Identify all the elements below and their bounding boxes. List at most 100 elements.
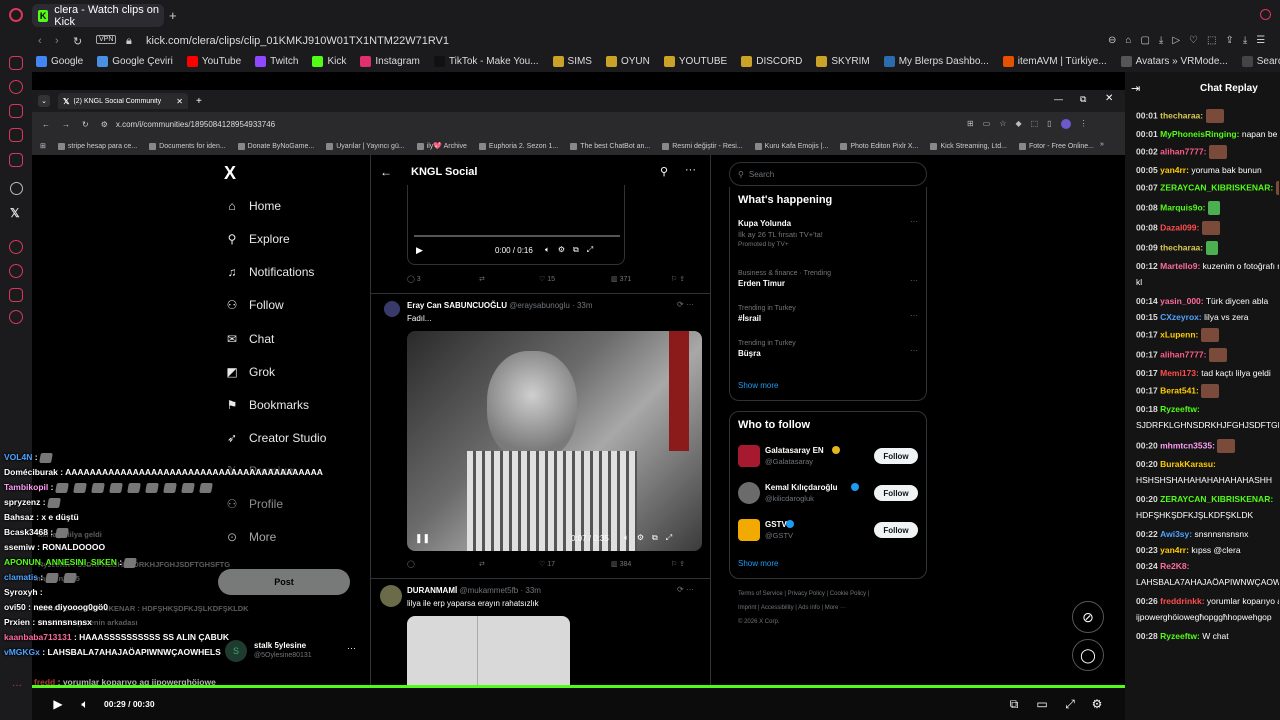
- search-icon[interactable]: [1260, 9, 1271, 20]
- forward-icon[interactable]: →: [62, 120, 70, 129]
- account-avatar[interactable]: S: [225, 640, 247, 662]
- back-icon[interactable]: ‹: [38, 35, 42, 47]
- video-embed[interactable]: ▶ 0:00 / 0:16 🔈︎ ⚙ ⧉ ⤢: [407, 185, 625, 265]
- pip-icon[interactable]: ⧉: [573, 245, 579, 255]
- nav-more[interactable]: ⊙ More: [225, 530, 276, 544]
- browser-tab-active[interactable]: K clera - Watch clips on Kick: [32, 4, 164, 28]
- nav-notifications[interactable]: ♫ Notifications: [225, 265, 315, 279]
- zoom-icon[interactable]: ⊖: [1108, 35, 1116, 46]
- settings-icon[interactable]: ⚙: [637, 533, 644, 543]
- trend-more-icon[interactable]: ···: [910, 217, 918, 226]
- bookmark-action[interactable]: ⚐ ⇪: [671, 560, 685, 568]
- post-video[interactable]: ❚❚ 0:07 / 0:35 🔈︎ ⚙ ⧉ ⤢: [407, 331, 702, 551]
- bookmark-item[interactable]: Documents for iden...: [149, 142, 226, 150]
- chat-username[interactable]: yan4rr:: [1160, 545, 1189, 555]
- repost-action[interactable]: ⇄: [479, 560, 539, 568]
- bookmark-item[interactable]: itemAVM | Türkiye...: [1002, 56, 1107, 67]
- menu-icon[interactable]: ⋮: [1080, 119, 1088, 129]
- chat-username[interactable]: MyPhoneisRinging:: [1160, 129, 1239, 139]
- heart-icon[interactable]: ♡: [1189, 35, 1198, 46]
- bookmark-item[interactable]: Google: [36, 56, 83, 67]
- chat-username[interactable]: thecharaa:: [1160, 110, 1203, 120]
- show-more-link[interactable]: Show more: [738, 381, 778, 390]
- sidebar-icon[interactable]: [9, 104, 23, 118]
- star-icon[interactable]: ☆: [999, 119, 1006, 129]
- chat-username[interactable]: Marquis9o:: [1160, 202, 1205, 212]
- theater-icon[interactable]: ▭: [1035, 697, 1049, 711]
- bookmark-item[interactable]: Photo Editon Pixlr X...: [840, 142, 918, 150]
- maximize-icon[interactable]: ⧉: [1080, 94, 1086, 105]
- trend-item[interactable]: Trending in Turkey Büşra ···: [738, 340, 918, 358]
- bookmark-item[interactable]: SIMS: [552, 56, 592, 67]
- url-field[interactable]: kick.com/clera/clips/clip_01KMKJ910W01TX…: [146, 35, 449, 47]
- more-icon[interactable]: ···: [685, 164, 696, 176]
- account-menu-icon[interactable]: ···: [347, 643, 356, 653]
- snapshot-icon[interactable]: ▢: [1140, 35, 1149, 46]
- follow-avatar[interactable]: [738, 482, 760, 504]
- bookmark-item[interactable]: SKYRIM: [816, 56, 870, 67]
- bookmark-item[interactable]: Resmi değiştir - Resi...: [662, 142, 743, 150]
- bookmark-item[interactable]: OYUN: [605, 56, 650, 67]
- sidebar-icon[interactable]: [9, 56, 23, 70]
- download-icon[interactable]: ⤓: [1159, 35, 1163, 46]
- sidebar-icon[interactable]: [9, 80, 23, 94]
- settings-icon[interactable]: ⚙: [558, 245, 565, 255]
- chatgpt-icon[interactable]: [10, 182, 23, 195]
- chat-username[interactable]: Martello9:: [1160, 261, 1200, 271]
- trend-item[interactable]: Kupa Yolunda İlk ay 26 TL fırsatı TV+'ta!…: [738, 217, 918, 248]
- bookmark-item[interactable]: My Blerps Dashbo...: [883, 56, 989, 67]
- fullscreen-icon[interactable]: ⤢: [666, 533, 672, 543]
- post-image[interactable]: [407, 616, 570, 685]
- sidebar-icon[interactable]: [9, 240, 23, 254]
- grok-fab-icon[interactable]: ⊘: [1072, 601, 1104, 633]
- bookmark-item[interactable]: Donate ByNoGame...: [237, 142, 314, 150]
- volume-icon[interactable]: 🔈︎: [545, 245, 550, 255]
- reload-icon[interactable]: ↻: [82, 120, 89, 129]
- bookmark-item[interactable]: Kick Streaming, Ltd...: [930, 142, 1007, 150]
- author-avatar[interactable]: [384, 301, 400, 317]
- inner-url-field[interactable]: x.com/i/communities/1895084128954933746: [116, 120, 275, 129]
- share-icon[interactable]: ⇪: [1225, 35, 1233, 46]
- puzzle-icon[interactable]: ⬚: [1031, 119, 1039, 129]
- menu-icon[interactable]: ☰: [1256, 35, 1265, 46]
- reply-action[interactable]: ◯ 3: [407, 275, 479, 283]
- follow-avatar[interactable]: [738, 519, 760, 541]
- play-icon[interactable]: ▷: [1172, 35, 1180, 46]
- post-button[interactable]: Post: [218, 569, 350, 595]
- chat-username[interactable]: alihan7777:: [1160, 146, 1206, 156]
- seek-bar[interactable]: [32, 685, 1125, 688]
- new-tab-button[interactable]: +: [169, 8, 177, 23]
- bookmark-item[interactable]: Avatars » VRMode...: [1120, 56, 1228, 67]
- bookmark-item[interactable]: Kuru Kafa Emojis |...: [754, 142, 828, 150]
- bookmark-item[interactable]: stripe hesap para ce...: [57, 142, 137, 150]
- more-icon[interactable]: ···: [12, 680, 22, 691]
- close-tab-icon[interactable]: ✕: [176, 97, 183, 106]
- like-action[interactable]: ♡ 17: [539, 560, 611, 568]
- pip-icon[interactable]: ⧉: [1007, 697, 1021, 711]
- bookmark-item[interactable]: YOUTUBE: [663, 56, 727, 67]
- forward-icon[interactable]: ›: [55, 35, 59, 47]
- chat-username[interactable]: Dazal099:: [1160, 222, 1199, 232]
- settings-icon[interactable]: ⚙: [1090, 697, 1104, 711]
- bookmark-item[interactable]: Fotor - Free Online...: [1018, 142, 1094, 150]
- chat-username[interactable]: Re2K8:: [1160, 561, 1189, 571]
- bookmark-item[interactable]: Euphoria 2. Sezon 1...: [478, 142, 558, 150]
- search-icon[interactable]: ⚲: [660, 165, 668, 178]
- nav-follow[interactable]: ⚇ Follow: [225, 298, 284, 312]
- vpn-badge[interactable]: VPN: [96, 35, 117, 44]
- bookmark-item[interactable]: YouTube: [186, 56, 241, 67]
- bookmark-item[interactable]: ily💖 Archive: [416, 142, 467, 150]
- follow-avatar[interactable]: [738, 445, 760, 467]
- back-arrow-icon[interactable]: ←: [380, 165, 392, 179]
- opera-logo-icon[interactable]: [9, 8, 23, 22]
- minimize-icon[interactable]: —: [1054, 94, 1063, 104]
- show-more-link[interactable]: Show more: [738, 559, 778, 568]
- views-action[interactable]: ▥ 384: [611, 560, 671, 568]
- bookmark-item[interactable]: The best ChatBot an...: [570, 142, 650, 150]
- post-more-icon[interactable]: ⟳ ···: [677, 300, 694, 309]
- chat-username[interactable]: ZERAYCAN_KIBRISKENAR:: [1160, 182, 1273, 192]
- chat-username[interactable]: Ryzeeftw:: [1160, 404, 1200, 414]
- chat-username[interactable]: yasin_000:: [1160, 296, 1203, 306]
- close-window-icon[interactable]: ✕: [1105, 93, 1113, 104]
- nav-grok[interactable]: ◩ Grok: [225, 365, 275, 379]
